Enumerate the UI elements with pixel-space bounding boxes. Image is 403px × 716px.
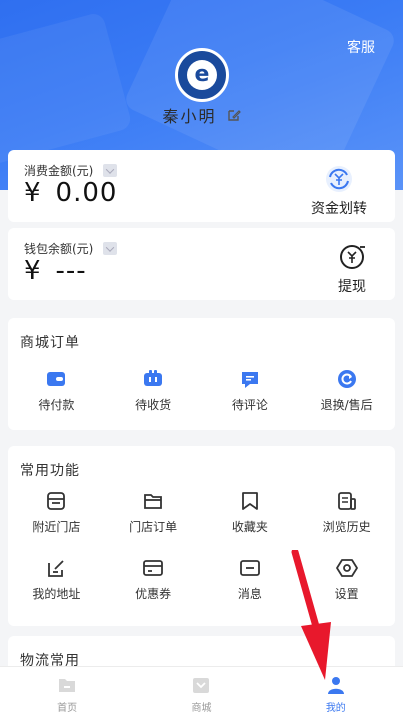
header-decoration bbox=[0, 11, 133, 169]
edit-address-icon bbox=[48, 560, 65, 577]
bookmark-icon bbox=[241, 492, 258, 510]
truck-icon bbox=[144, 370, 163, 386]
refresh-icon bbox=[337, 370, 356, 388]
order-pending-review[interactable]: 待评论 bbox=[202, 368, 299, 413]
message-icon bbox=[239, 560, 260, 576]
transfer-icon bbox=[326, 166, 352, 192]
consumption-card: 消费金额(元) ¥0.00 资金划转 bbox=[8, 150, 395, 222]
nearby-stores[interactable]: 附近门店 bbox=[8, 490, 105, 535]
common-functions-section: 常用功能 附近门店 门店订单 收藏夹 浏览历史 我的地址 优惠券 消息 设置 bbox=[8, 446, 395, 626]
fund-transfer-label: 资金划转 bbox=[311, 201, 367, 217]
order-after-sales[interactable]: 退换/售后 bbox=[298, 368, 395, 413]
my-address[interactable]: 我的地址 bbox=[8, 557, 105, 602]
favorites[interactable]: 收藏夹 bbox=[202, 490, 299, 535]
browse-history[interactable]: 浏览历史 bbox=[298, 490, 395, 535]
store-icon bbox=[47, 492, 66, 510]
tab-home[interactable]: 首页 bbox=[0, 667, 134, 716]
coupons[interactable]: 优惠券 bbox=[105, 557, 202, 602]
history-icon bbox=[337, 492, 356, 510]
wallet-card: 钱包余额(元) ¥ --- 提现 bbox=[8, 228, 395, 300]
avatar[interactable]: e bbox=[175, 48, 229, 102]
tab-mine[interactable]: 我的 bbox=[269, 667, 403, 716]
bottom-tab-bar: 首页 商城 我的 bbox=[0, 666, 403, 716]
wallet-label: 钱包余额(元) bbox=[24, 242, 94, 256]
settings[interactable]: 设置 bbox=[298, 557, 395, 602]
mall-icon bbox=[193, 678, 210, 693]
home-icon bbox=[59, 679, 76, 692]
toggle-visibility-icon[interactable] bbox=[103, 164, 118, 177]
messages[interactable]: 消息 bbox=[202, 557, 299, 602]
consumption-amount: ¥0.00 bbox=[24, 178, 118, 208]
tab-mall[interactable]: 商城 bbox=[134, 667, 268, 716]
wallet-icon bbox=[47, 372, 66, 386]
withdraw-label: 提现 bbox=[338, 279, 366, 295]
username: 秦小明 bbox=[162, 107, 217, 126]
avatar-logo: e bbox=[194, 62, 210, 87]
section-title: 常用功能 bbox=[20, 463, 80, 479]
fund-transfer-button[interactable]: 资金划转 bbox=[311, 164, 367, 218]
coupon-icon bbox=[143, 560, 164, 576]
settings-icon bbox=[335, 559, 358, 577]
folder-icon bbox=[144, 494, 163, 509]
consumption-label: 消费金额(元) bbox=[24, 164, 94, 178]
section-title: 商城订单 bbox=[20, 335, 80, 351]
mall-orders-section: 商城订单 待付款 待收货 待评论 退换/售后 bbox=[8, 318, 395, 430]
order-pending-receipt[interactable]: 待收货 bbox=[105, 368, 202, 413]
comment-icon bbox=[241, 372, 258, 388]
edit-icon[interactable] bbox=[227, 108, 241, 122]
withdraw-icon bbox=[340, 245, 365, 269]
user-icon bbox=[327, 677, 344, 694]
customer-service-button[interactable]: 客服 bbox=[347, 37, 375, 57]
order-pending-payment[interactable]: 待付款 bbox=[8, 368, 105, 413]
toggle-visibility-icon[interactable] bbox=[103, 242, 118, 255]
withdraw-button[interactable]: 提现 bbox=[337, 242, 367, 296]
wallet-amount: ¥ --- bbox=[24, 256, 87, 286]
store-orders[interactable]: 门店订单 bbox=[105, 490, 202, 535]
